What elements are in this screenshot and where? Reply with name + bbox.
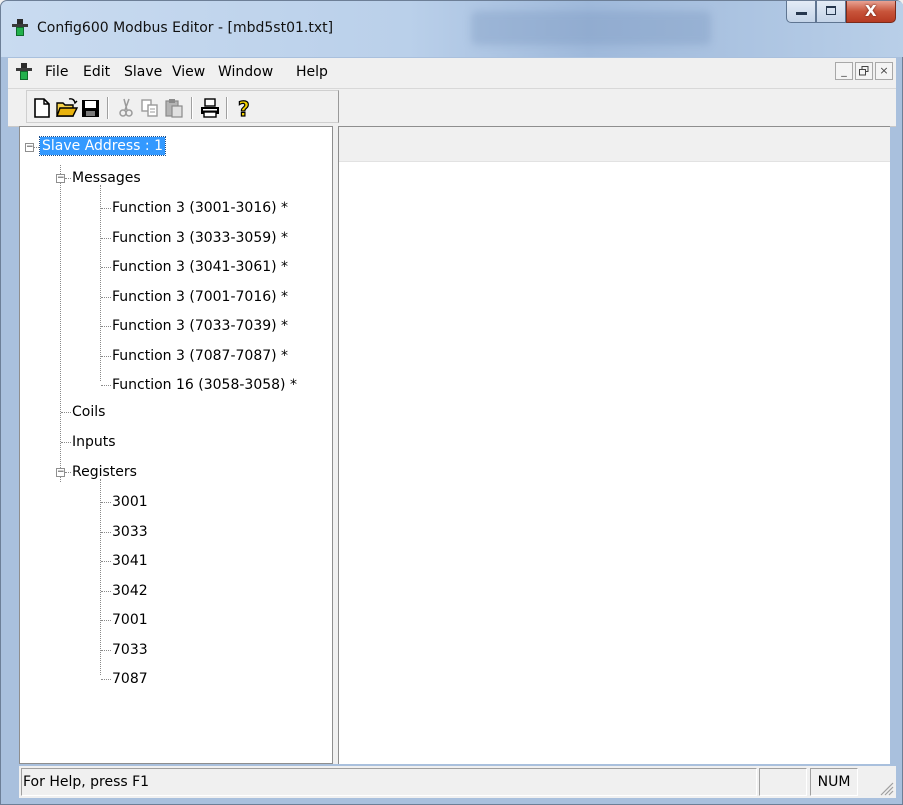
tree-node-messages[interactable]: Messages xyxy=(72,169,141,187)
tree-node-coils[interactable]: Coils xyxy=(72,403,105,421)
caption-buttons: X xyxy=(786,1,896,25)
tree-node-message[interactable]: Function 16 (3058-3058) * xyxy=(112,376,297,394)
tree-node-message[interactable]: Function 3 (3041-3061) * xyxy=(112,258,288,276)
standard-toolbar: ? xyxy=(26,90,339,123)
maximize-icon[interactable] xyxy=(816,1,846,23)
toolbar: ? xyxy=(8,89,896,127)
title-bar-blur xyxy=(471,11,711,45)
svg-text:?: ? xyxy=(238,97,250,120)
menu-view[interactable]: View xyxy=(172,64,205,80)
open-icon[interactable] xyxy=(55,96,79,120)
status-help-text: For Help, press F1 xyxy=(21,768,757,796)
close-icon[interactable]: X xyxy=(846,1,896,23)
status-num-indicator: NUM xyxy=(810,768,858,796)
tree-node-register[interactable]: 3041 xyxy=(112,552,148,570)
tree-node-register[interactable]: 3001 xyxy=(112,493,148,511)
resize-grip-icon[interactable] xyxy=(878,780,894,796)
tree-node-register[interactable]: 3033 xyxy=(112,523,148,541)
tree-node-register[interactable]: 7033 xyxy=(112,641,148,659)
mdi-controls: _ × xyxy=(833,62,893,80)
menu-bar: File Edit Slave View Window Help _ × xyxy=(8,58,896,89)
document-icon[interactable] xyxy=(16,63,32,81)
client-area: − Slave Address : 1 − Messages Function … xyxy=(19,126,890,764)
collapse-messages-icon[interactable]: − xyxy=(56,174,65,183)
title-bar[interactable]: Config600 Modbus Editor - [mbd5st01.txt]… xyxy=(1,1,903,57)
paste-icon[interactable] xyxy=(163,96,185,120)
tree-node-registers[interactable]: Registers xyxy=(72,463,137,481)
tree-node-message[interactable]: Function 3 (3001-3016) * xyxy=(112,199,288,217)
minimize-icon[interactable] xyxy=(786,1,816,23)
tree-node-message[interactable]: Function 3 (3033-3059) * xyxy=(112,229,288,247)
status-bar: For Help, press F1 NUM xyxy=(19,766,896,798)
copy-icon[interactable] xyxy=(139,96,161,120)
save-icon[interactable] xyxy=(80,96,102,120)
tree-node-register[interactable]: 7087 xyxy=(112,670,148,688)
tree-node-register[interactable]: 3042 xyxy=(112,582,148,600)
tree-node-message[interactable]: Function 3 (7033-7039) * xyxy=(112,317,288,335)
new-icon[interactable] xyxy=(31,96,53,120)
menu-window[interactable]: Window xyxy=(218,64,273,80)
collapse-registers-icon[interactable]: − xyxy=(56,468,65,477)
mdi-close-icon[interactable]: × xyxy=(875,62,893,80)
mdi-restore-icon[interactable] xyxy=(855,62,873,80)
details-header xyxy=(339,127,890,162)
menu-help[interactable]: Help xyxy=(296,64,328,80)
status-cap-indicator xyxy=(759,768,807,796)
app-icon[interactable] xyxy=(12,19,28,37)
menu-edit[interactable]: Edit xyxy=(83,64,110,80)
cut-icon[interactable] xyxy=(115,96,137,120)
tree-node-message[interactable]: Function 3 (7001-7016) * xyxy=(112,288,288,306)
tree-root-slave-address[interactable]: Slave Address : 1 xyxy=(39,136,166,156)
print-icon[interactable] xyxy=(199,96,221,120)
app-window: Config600 Modbus Editor - [mbd5st01.txt]… xyxy=(0,0,903,805)
details-pane[interactable] xyxy=(339,126,890,764)
tree-node-message[interactable]: Function 3 (7087-7087) * xyxy=(112,347,288,365)
window-title: Config600 Modbus Editor - [mbd5st01.txt] xyxy=(37,20,334,36)
menu-slave[interactable]: Slave xyxy=(124,64,162,80)
menu-file[interactable]: File xyxy=(45,64,68,80)
tree-node-register[interactable]: 7001 xyxy=(112,611,148,629)
slave-tree[interactable]: − Slave Address : 1 − Messages Function … xyxy=(19,126,333,764)
tree-node-inputs[interactable]: Inputs xyxy=(72,433,116,451)
context-help-icon[interactable]: ? xyxy=(233,96,255,121)
mdi-minimize-icon[interactable]: _ xyxy=(835,62,853,80)
